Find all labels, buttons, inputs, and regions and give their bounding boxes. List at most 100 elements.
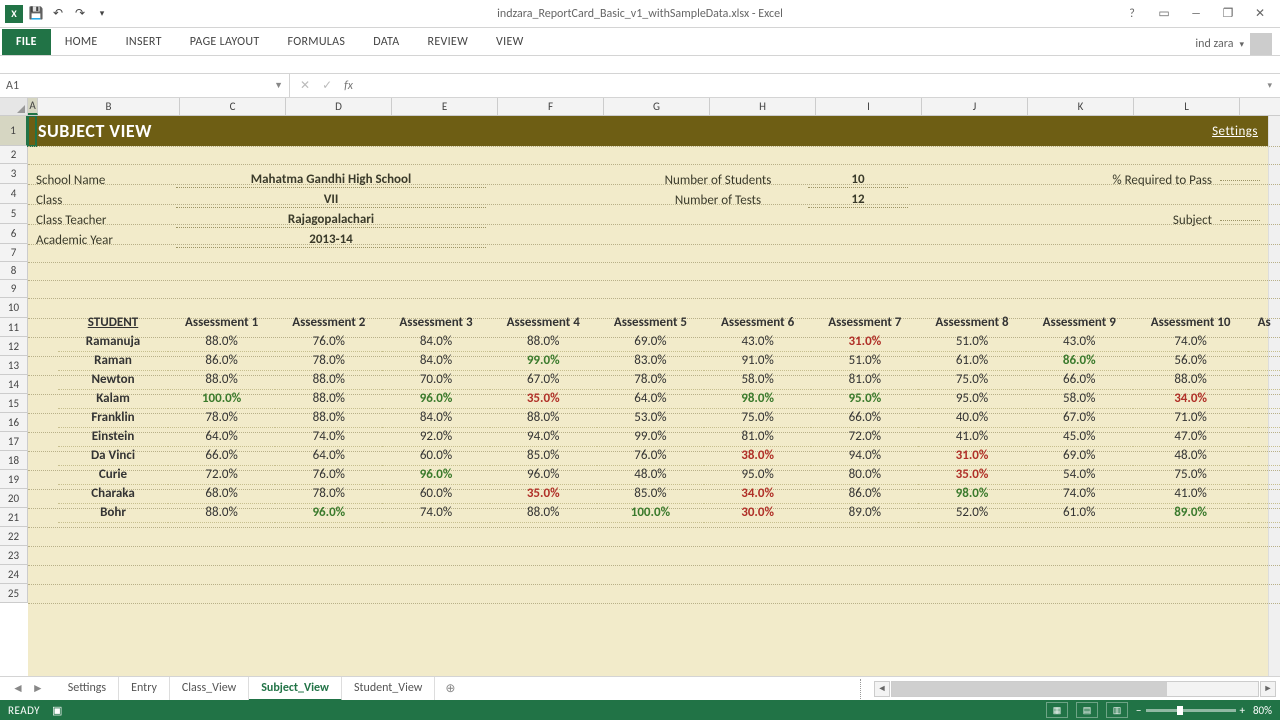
select-all-button[interactable] [0, 98, 28, 115]
score-cell [1248, 484, 1280, 503]
name-box-dropdown-icon[interactable]: ▼ [274, 80, 283, 91]
minimize-icon[interactable]: ― [1182, 4, 1210, 24]
sheet-tab-subject_view[interactable]: Subject_View [249, 677, 342, 701]
column-header-L[interactable]: L [1134, 98, 1240, 115]
normal-view-icon[interactable]: ▦ [1046, 702, 1068, 718]
table-header: Assessment 3 [382, 312, 489, 332]
cells-canvas[interactable]: SUBJECT VIEW Settings School NameMahatma… [28, 116, 1280, 676]
avatar[interactable] [1250, 33, 1272, 55]
row-header-9[interactable]: 9 [0, 280, 28, 298]
column-header-I[interactable]: I [816, 98, 922, 115]
fx-icon[interactable]: fx [344, 79, 353, 93]
redo-icon[interactable]: ↷ [70, 4, 90, 24]
column-header-J[interactable]: J [922, 98, 1028, 115]
score-cell: 88.0% [168, 370, 275, 389]
ribbon-options-icon[interactable]: ▭ [1150, 4, 1178, 24]
row-header-6[interactable]: 6 [0, 224, 28, 244]
row-header-1[interactable]: 1 [0, 116, 28, 146]
settings-link[interactable]: Settings [1212, 124, 1258, 139]
table-header: Assessment 2 [275, 312, 382, 332]
ribbon-tab-data[interactable]: DATA [359, 29, 413, 55]
help-icon[interactable]: ? [1118, 4, 1146, 24]
row-header-13[interactable]: 13 [0, 356, 28, 375]
ribbon-tab-pagelayout[interactable]: PAGE LAYOUT [176, 29, 274, 55]
row-header-25[interactable]: 25 [0, 584, 28, 603]
sheet-tab-class_view[interactable]: Class_View [170, 677, 249, 701]
ribbon-tab-formulas[interactable]: FORMULAS [273, 29, 359, 55]
zoom-out-icon[interactable]: − [1136, 704, 1141, 717]
column-header-F[interactable]: F [498, 98, 604, 115]
undo-icon[interactable]: ↶ [48, 4, 68, 24]
zoom-slider[interactable]: − + [1136, 704, 1245, 717]
cancel-formula-icon[interactable]: ✕ [300, 78, 310, 93]
hscroll-thumb[interactable] [892, 682, 1167, 696]
column-header-E[interactable]: E [392, 98, 498, 115]
row-header-19[interactable]: 19 [0, 470, 28, 489]
zoom-in-icon[interactable]: + [1240, 704, 1245, 717]
row-header-10[interactable]: 10 [0, 298, 28, 318]
row-header-7[interactable]: 7 [0, 244, 28, 262]
ribbon-tab-insert[interactable]: INSERT [112, 29, 176, 55]
zoom-level[interactable]: 80% [1253, 704, 1272, 717]
row-header-14[interactable]: 14 [0, 375, 28, 394]
column-header-H[interactable]: H [710, 98, 816, 115]
ribbon-tab-home[interactable]: HOME [51, 29, 112, 55]
row-header-11[interactable]: 11 [0, 318, 28, 337]
column-header-K[interactable]: K [1028, 98, 1134, 115]
score-cell: 66.0% [811, 408, 918, 427]
row-header-24[interactable]: 24 [0, 565, 28, 584]
row-header-2[interactable]: 2 [0, 146, 28, 164]
maximize-icon[interactable]: ❐ [1214, 4, 1242, 24]
row-header-17[interactable]: 17 [0, 432, 28, 451]
ribbon-tab-view[interactable]: VIEW [482, 29, 538, 55]
tab-nav-next-icon[interactable]: ► [30, 681, 46, 696]
hscroll-track[interactable] [891, 681, 1259, 697]
user-dropdown-icon[interactable]: ▾ [1239, 39, 1244, 50]
save-icon[interactable]: 💾 [26, 4, 46, 24]
row-header-15[interactable]: 15 [0, 394, 28, 413]
horizontal-scroll-region: ◄ ► [860, 679, 1280, 699]
sheet-tab-settings[interactable]: Settings [56, 677, 119, 701]
row-header-21[interactable]: 21 [0, 508, 28, 527]
add-sheet-button[interactable]: ⊕ [435, 681, 465, 696]
column-header-G[interactable]: G [604, 98, 710, 115]
row-header-12[interactable]: 12 [0, 337, 28, 356]
close-icon[interactable]: ✕ [1246, 4, 1274, 24]
hscroll-left-button[interactable]: ◄ [874, 681, 890, 697]
row-header-18[interactable]: 18 [0, 451, 28, 470]
formula-expand-icon[interactable]: ▾ [1259, 80, 1280, 91]
column-header-D[interactable]: D [286, 98, 392, 115]
file-tab[interactable]: FILE [2, 29, 51, 55]
user-name[interactable]: ind zara [1195, 37, 1233, 51]
sheet-tab-entry[interactable]: Entry [119, 677, 170, 701]
score-cell: 72.0% [811, 427, 918, 446]
ribbon-tab-review[interactable]: REVIEW [414, 29, 483, 55]
row-header-5[interactable]: 5 [0, 204, 28, 224]
tab-nav-prev-icon[interactable]: ◄ [10, 681, 26, 696]
macro-record-icon[interactable]: ▣ [52, 704, 62, 717]
page-layout-view-icon[interactable]: ▤ [1076, 702, 1098, 718]
score-cell: 85.0% [490, 446, 597, 465]
column-header-B[interactable]: B [38, 98, 180, 115]
row-header-8[interactable]: 8 [0, 262, 28, 280]
excel-icon[interactable]: X [4, 4, 24, 24]
score-cell: 75.0% [918, 370, 1025, 389]
row-header-16[interactable]: 16 [0, 413, 28, 432]
row-header-3[interactable]: 3 [0, 164, 28, 184]
sheet-tab-student_view[interactable]: Student_View [342, 677, 435, 701]
row-header-23[interactable]: 23 [0, 546, 28, 565]
column-header-A[interactable]: A [28, 98, 38, 115]
row-header-20[interactable]: 20 [0, 489, 28, 508]
hscroll-right-button[interactable]: ► [1260, 681, 1276, 697]
name-box[interactable]: A1 ▼ [0, 74, 290, 97]
hscroll-divider[interactable] [860, 679, 866, 699]
column-headers: ABCDEFGHIJKL [0, 98, 1280, 116]
page-break-view-icon[interactable]: ▥ [1106, 702, 1128, 718]
enter-formula-icon[interactable]: ✓ [322, 78, 332, 93]
row-header-4[interactable]: 4 [0, 184, 28, 204]
row-headers: 1234567891011121314151617181920212223242… [0, 116, 28, 676]
row-header-22[interactable]: 22 [0, 527, 28, 546]
column-header-C[interactable]: C [180, 98, 286, 115]
qat-dropdown-icon[interactable]: ▾ [92, 4, 112, 24]
score-cell: 88.0% [1133, 370, 1248, 389]
